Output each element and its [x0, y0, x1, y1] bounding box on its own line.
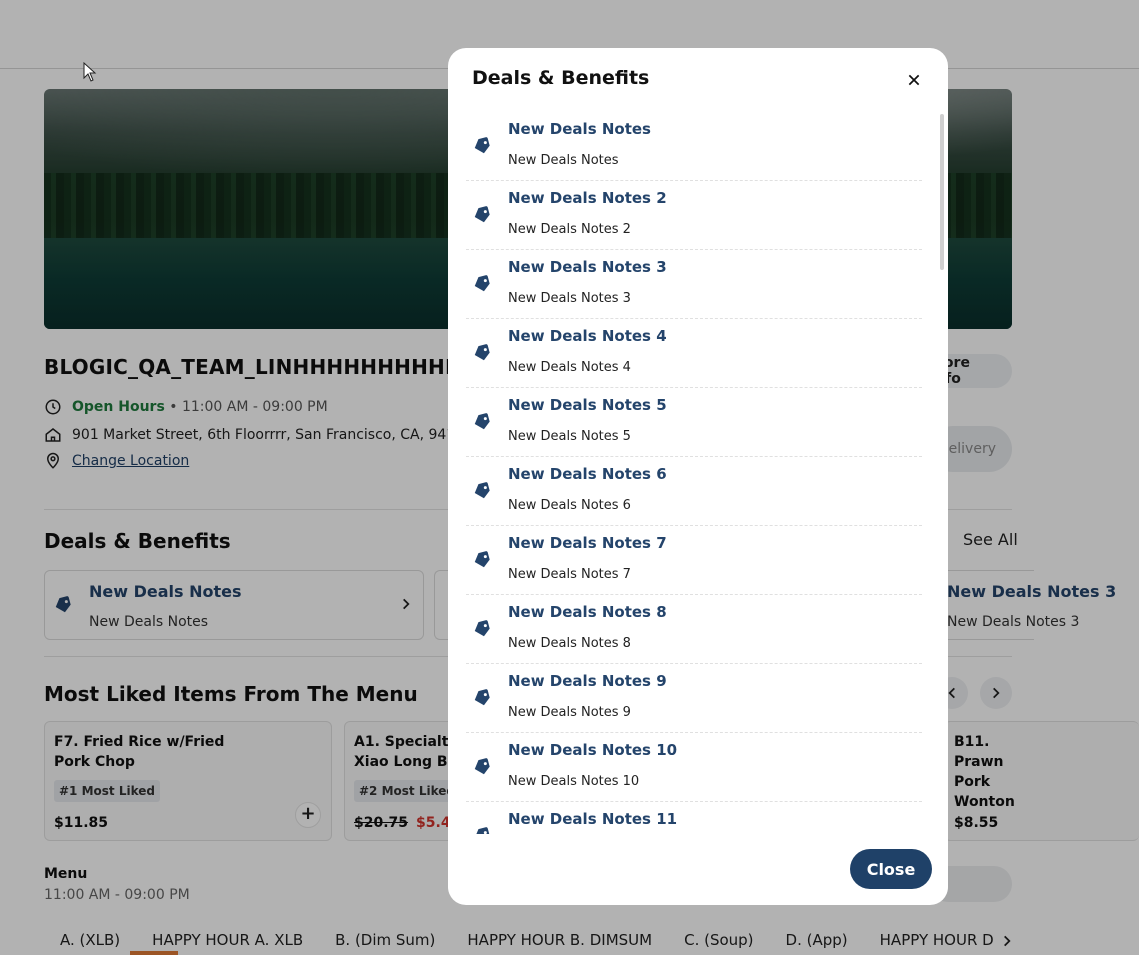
deal-list-item[interactable]: New Deals Notes 9 New Deals Notes 9	[466, 664, 922, 733]
deal-subtitle: New Deals Notes 5	[508, 429, 631, 444]
tag-icon	[474, 137, 490, 154]
deal-title: New Deals Notes 2	[508, 189, 667, 207]
deal-subtitle: New Deals Notes	[508, 153, 619, 168]
deal-title: New Deals Notes 11	[508, 810, 678, 828]
tag-icon	[474, 551, 490, 568]
deal-list-item[interactable]: New Deals Notes 6 New Deals Notes 6	[466, 457, 922, 526]
deal-subtitle: New Deals Notes 2	[508, 222, 631, 237]
tag-icon	[474, 827, 490, 834]
deal-list-item[interactable]: New Deals Notes 8 New Deals Notes 8	[466, 595, 922, 664]
deal-list-item[interactable]: New Deals Notes 10 New Deals Notes 10	[466, 733, 922, 802]
deal-list-item[interactable]: New Deals Notes 5 New Deals Notes 5	[466, 388, 922, 457]
deal-list-item[interactable]: New Deals Notes 2 New Deals Notes 2	[466, 181, 922, 250]
tag-icon	[474, 413, 490, 430]
close-button[interactable]: Close	[850, 849, 932, 889]
modal-title: Deals & Benefits	[472, 67, 650, 89]
scrollbar-thumb[interactable]	[940, 114, 944, 270]
deals-list: New Deals Notes New Deals Notes New Deals …	[466, 112, 924, 834]
deal-subtitle: New Deals Notes 10	[508, 774, 640, 789]
deal-subtitle: New Deals Notes 9	[508, 705, 631, 720]
deal-title: New Deals Notes 8	[508, 603, 667, 621]
deal-subtitle: New Deals Notes 7	[508, 567, 631, 582]
deal-title: New Deals Notes 10	[508, 741, 678, 759]
tag-icon	[474, 344, 490, 361]
deal-list-item[interactable]: New Deals Notes New Deals Notes	[466, 112, 922, 181]
tag-icon	[474, 758, 490, 775]
deal-list-item[interactable]: New Deals Notes 4 New Deals Notes 4	[466, 319, 922, 388]
close-icon[interactable]	[904, 70, 924, 90]
deal-subtitle: New Deals Notes 8	[508, 636, 631, 651]
deal-subtitle: New Deals Notes 4	[508, 360, 631, 375]
mouse-cursor-icon	[83, 62, 97, 82]
deals-modal: Deals & Benefits New Deals Notes New Deal…	[448, 48, 948, 905]
deal-title: New Deals Notes 7	[508, 534, 667, 552]
deal-list-item[interactable]: New Deals Notes 11New Deals Notes 11	[466, 802, 922, 834]
deal-list-item[interactable]: New Deals Notes 7 New Deals Notes 7	[466, 526, 922, 595]
deal-list-item[interactable]: New Deals Notes 3 New Deals Notes 3	[466, 250, 922, 319]
deal-subtitle: New Deals Notes 3	[508, 291, 631, 306]
tag-icon	[474, 275, 490, 292]
tag-icon	[474, 689, 490, 706]
deal-title: New Deals Notes 4	[508, 327, 667, 345]
deal-title: New Deals Notes 6	[508, 465, 667, 483]
tag-icon	[474, 206, 490, 223]
tag-icon	[474, 482, 490, 499]
deal-subtitle: New Deals Notes 6	[508, 498, 631, 513]
tag-icon	[474, 620, 490, 637]
deal-title: New Deals Notes 5	[508, 396, 667, 414]
deal-title: New Deals Notes 9	[508, 672, 667, 690]
deal-title: New Deals Notes	[508, 120, 651, 138]
deal-title: New Deals Notes 3	[508, 258, 667, 276]
